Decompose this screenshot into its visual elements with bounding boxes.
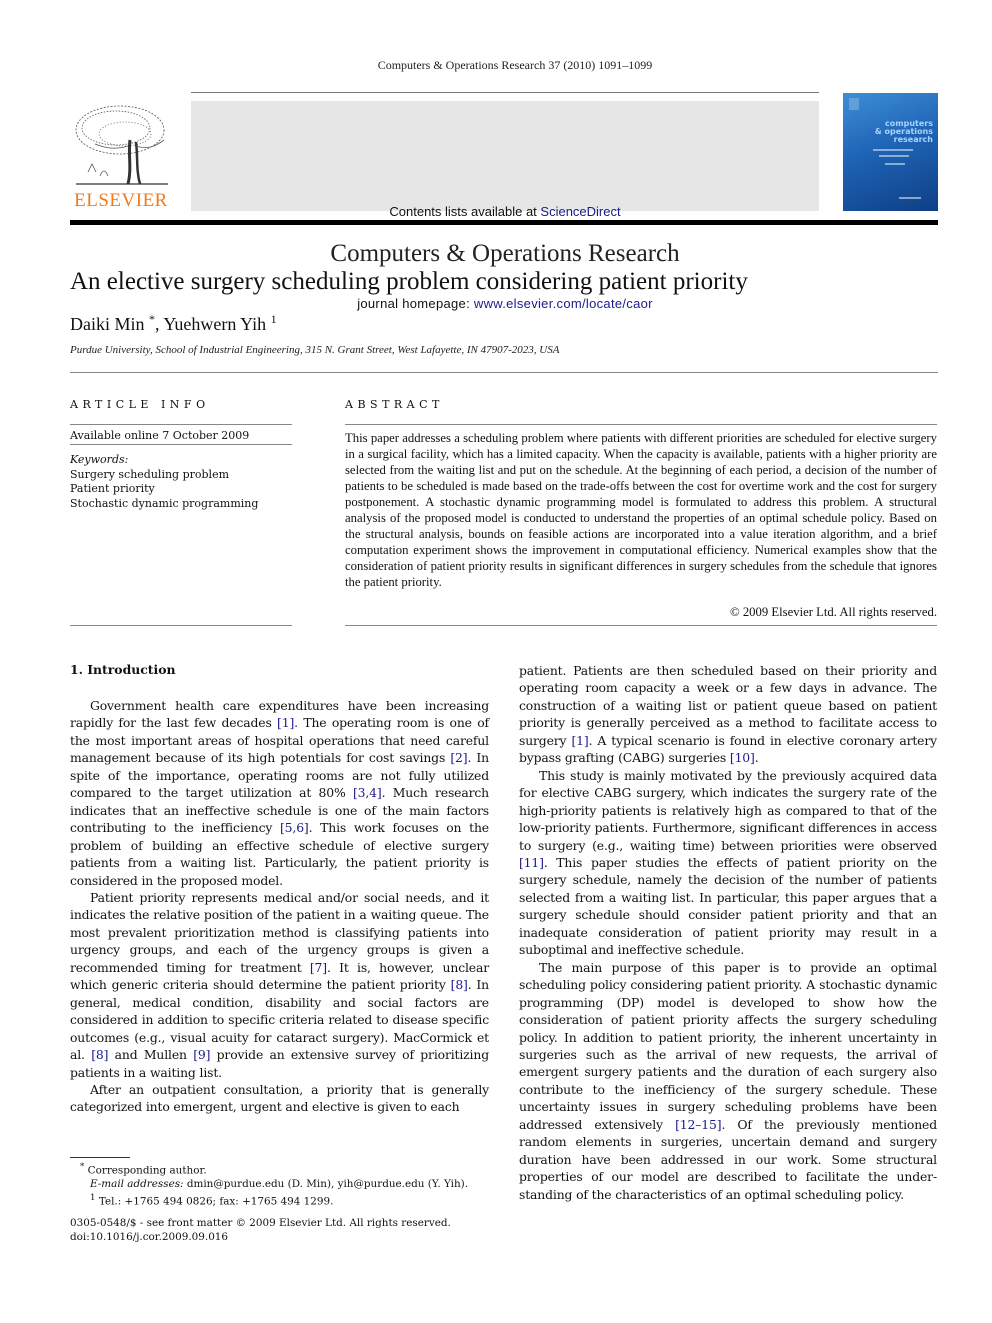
cover-publisher-mark-icon (849, 98, 859, 110)
journal-homepage-link[interactable]: www.elsevier.com/locate/caor (474, 296, 653, 311)
author-name[interactable]: Yuehwern Yih (163, 314, 266, 334)
body-paragraph: Government health care expenditures have… (70, 697, 489, 889)
body-right-column: patient. Patients are then scheduled bas… (519, 662, 937, 1203)
publisher-logo[interactable]: ELSEVIER (70, 100, 172, 212)
journal-cover-thumbnail[interactable]: computers & operations research (843, 93, 938, 211)
footnote-tel: 1 Tel.: +1765 494 0826; fax: +1765 494 1… (90, 1193, 334, 1208)
publisher-wordmark: ELSEVIER (74, 190, 168, 211)
citation-link[interactable]: [3,4] (353, 785, 382, 800)
keywords-label: Keywords: (70, 453, 129, 466)
cover-text-line (885, 163, 905, 165)
doi[interactable]: doi:10.1016/j.cor.2009.09.016 (70, 1230, 451, 1244)
citation-link[interactable]: [5,6] (280, 820, 309, 835)
paragraph-text: . This paper studies the effects of pati… (519, 854, 937, 958)
author-mark[interactable]: 1 (271, 312, 277, 326)
cover-sciencedirect-mark (899, 197, 921, 199)
paragraph-text: This study is mainly motivated by the pr… (519, 767, 937, 853)
footnote-corresponding: * Corresponding author. (80, 1162, 207, 1177)
abstract-copyright: © 2009 Elsevier Ltd. All rights reserved… (730, 605, 937, 619)
body-paragraph: Patient priority represents medical and/… (70, 889, 489, 1081)
author-name[interactable]: Daiki Min (70, 314, 145, 334)
body-paragraph: After an outpatient consultation, a prio… (70, 1081, 489, 1116)
divider (70, 424, 292, 425)
issn-line: 0305-0548/$ - see front matter © 2009 El… (70, 1217, 451, 1229)
article-title: An elective surgery scheduling problem c… (70, 268, 748, 295)
journal-banner: Contents lists available at ScienceDirec… (191, 101, 819, 311)
divider (70, 625, 292, 626)
citation-link[interactable]: [9] (193, 1047, 210, 1062)
citation-link[interactable]: [8] (91, 1047, 108, 1062)
available-online: Available online 7 October 2009 (70, 429, 250, 442)
header-top-rule (191, 92, 819, 93)
citation-link[interactable]: [8] (451, 977, 468, 992)
citation-link[interactable]: [11] (519, 855, 544, 870)
keyword-item: Surgery scheduling problem (70, 467, 230, 481)
citation-link[interactable]: [12–15] (675, 1117, 722, 1132)
body-paragraph: This study is mainly motivated by the pr… (519, 767, 937, 959)
homepage-prefix: journal homepage: (357, 296, 474, 311)
divider (345, 625, 937, 626)
header-bottom-rule (70, 220, 938, 225)
citation-link[interactable]: [7] (310, 960, 327, 975)
keyword-item: Patient priority (70, 482, 155, 496)
paragraph-text: and Mullen (108, 1047, 194, 1063)
keywords-block: Keywords: Surgery scheduling problem Pat… (70, 453, 258, 511)
paragraph-text: . (754, 750, 759, 766)
contents-prefix: Contents lists available at (389, 204, 541, 219)
divider (70, 444, 292, 445)
footnote-rule (70, 1157, 130, 1158)
abstract-heading: ABSTRACT (345, 398, 444, 411)
journal-title: Computers & Operations Research (330, 240, 680, 267)
citation-link[interactable]: [1] (277, 715, 294, 730)
footnotes: * Corresponding author. E-mail addresses… (80, 1160, 468, 1209)
cover-title: computers & operations research (874, 119, 933, 144)
divider (70, 372, 938, 373)
cover-text-line (873, 149, 913, 151)
body-paragraph: patient. Patients are then scheduled bas… (519, 662, 937, 767)
body-left-column: Government health care expenditures have… (70, 697, 489, 1116)
keyword-item: Stochastic dynamic programming (70, 496, 259, 510)
citation-link[interactable]: [2] (450, 750, 467, 765)
footnote-emails: E-mail addresses: dmin@purdue.edu (D. Mi… (90, 1178, 469, 1191)
tree-logo-icon (75, 105, 168, 185)
homepage-line: journal homepage: www.elsevier.com/locat… (191, 296, 819, 311)
sciencedirect-link[interactable]: ScienceDirect (540, 204, 620, 219)
citation-link[interactable]: [1] (571, 733, 588, 748)
paragraph-text: The main purpose of this paper is to pro… (519, 959, 937, 1132)
running-head: Computers & Operations Research 37 (2010… (377, 58, 653, 72)
cover-text-line (879, 155, 909, 157)
affiliation: Purdue University, School of Industrial … (70, 344, 560, 356)
citation-link[interactable]: [10] (730, 750, 755, 765)
email-addresses[interactable]: dmin@purdue.edu (D. Min), yih@purdue.edu… (187, 1178, 468, 1190)
divider (345, 424, 937, 425)
paragraph-text: After an outpatient consultation, a prio… (70, 1081, 489, 1115)
front-matter: 0305-0548/$ - see front matter © 2009 El… (70, 1216, 451, 1244)
body-paragraph: The main purpose of this paper is to pro… (519, 959, 937, 1203)
contents-line: Contents lists available at ScienceDirec… (191, 204, 819, 219)
author-list: Daiki Min *, Yuehwern Yih 1 (70, 312, 277, 335)
abstract-text: This paper addresses a scheduling proble… (345, 431, 937, 589)
article-info-heading: ARTICLE INFO (70, 398, 210, 411)
section-heading: 1. Introduction (70, 662, 176, 677)
